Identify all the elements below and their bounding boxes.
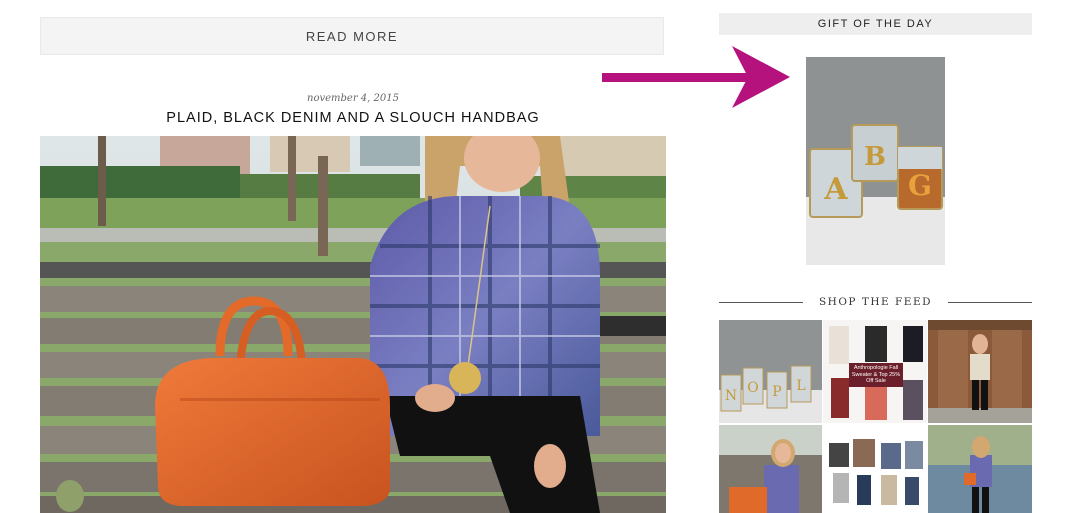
feed-item[interactable]: N O P L [719,320,822,423]
feed-item[interactable] [823,425,927,513]
shop-the-feed-grid: N O P L Anthropologie Fall Sweater & Top… [719,320,1032,513]
svg-text:N: N [725,388,737,404]
svg-text:B: B [864,142,886,172]
svg-text:L: L [796,378,805,394]
arrow-icon [602,46,790,108]
feed-item[interactable] [928,425,1032,513]
svg-text:O: O [747,380,758,396]
sale-overlay-label: Anthropologie Fall Sweater & Top 25% Off… [849,363,903,387]
divider [948,301,1032,303]
divider [719,301,803,303]
shop-the-feed-label: SHOP THE FEED [818,296,933,308]
gift-of-the-day-heading: GIFT OF THE DAY [719,13,1032,35]
post-hero-image[interactable] [40,136,666,513]
post-date: november 4, 2015 [307,93,399,104]
shop-the-feed-heading: SHOP THE FEED [719,293,1032,311]
feed-item[interactable] [928,320,1032,423]
svg-text:P: P [772,384,781,400]
svg-text:G: G [908,169,932,202]
feed-item[interactable]: Anthropologie Fall Sweater & Top 25% Off… [823,320,927,423]
gift-product-image[interactable]: A B G [806,57,945,265]
svg-text:A: A [823,172,848,207]
post-title[interactable]: PLAID, BLACK DENIM AND A SLOUCH HANDBAG [40,110,666,126]
feed-item[interactable] [719,425,822,513]
read-more-button[interactable]: READ MORE [40,17,664,55]
